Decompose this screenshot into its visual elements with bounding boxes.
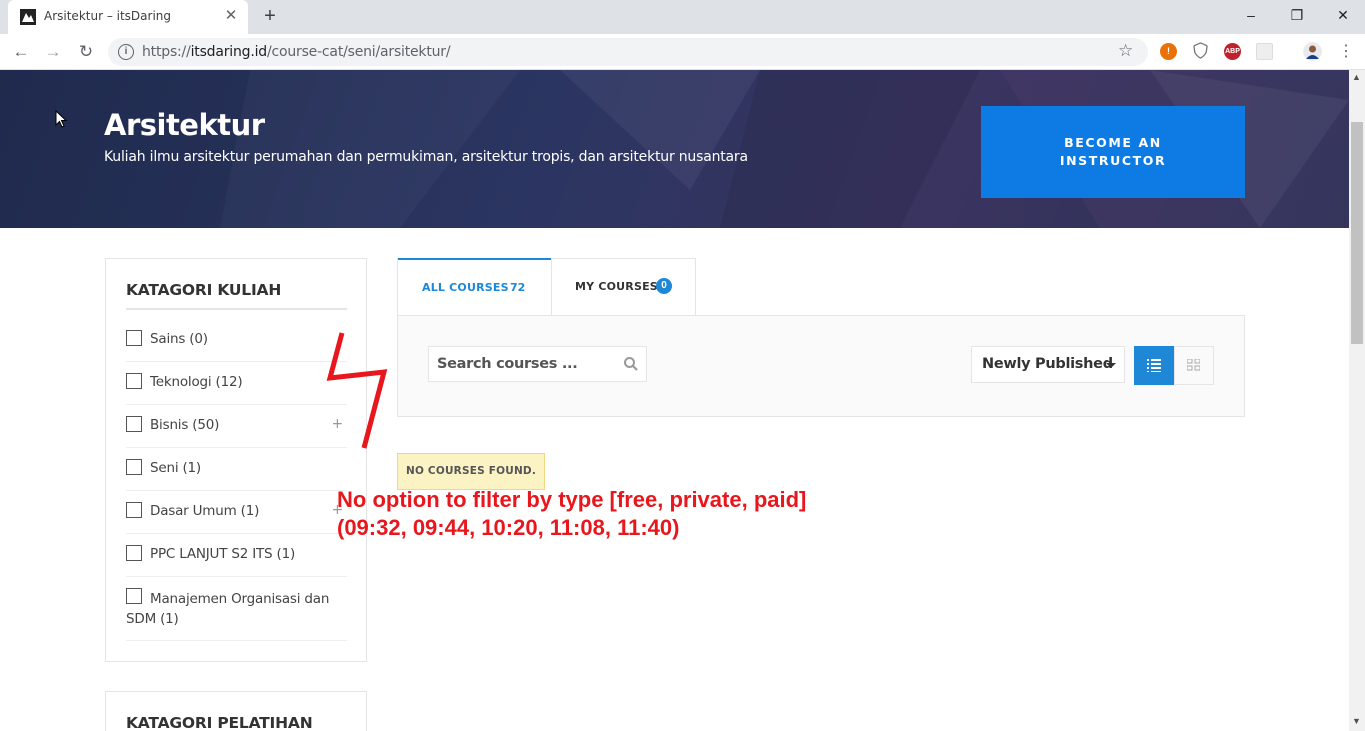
category-label: Sains (0)	[150, 331, 208, 347]
scroll-down-icon[interactable]: ▼	[1352, 716, 1361, 726]
category-item-teknologi[interactable]: Teknologi (12)	[126, 373, 347, 405]
widget-title: KATAGORI PELATIHAN	[126, 714, 313, 731]
category-checkbox[interactable]	[126, 459, 142, 475]
mouse-cursor-icon	[55, 110, 68, 128]
shield-extension-icon[interactable]	[1192, 42, 1209, 59]
my-courses-count-badge: 0	[656, 278, 672, 294]
category-item-bisnis[interactable]: Bisnis (50) +	[126, 416, 347, 448]
browser-tab[interactable]: Arsitektur – itsDaring ✕	[8, 0, 248, 34]
url-scheme: https://	[142, 44, 191, 60]
search-input[interactable]	[437, 356, 612, 372]
chevron-down-icon	[1106, 363, 1116, 368]
katagori-pelatihan-widget: KATAGORI PELATIHAN	[105, 691, 367, 731]
page-content: Arsitektur Kuliah ilmu arsitektur peruma…	[0, 70, 1349, 731]
new-tab-icon[interactable]: +	[260, 6, 280, 26]
category-label: Manajemen Organisasi dan SDM (1)	[126, 591, 330, 627]
scroll-up-icon[interactable]: ▲	[1352, 72, 1361, 82]
tab-title: Arsitektur – itsDaring	[44, 9, 172, 23]
katagori-kuliah-widget: KATAGORI KULIAH Sains (0) Teknologi (12)…	[105, 258, 367, 662]
tab-all-courses[interactable]: ALL COURSES 72	[398, 258, 551, 316]
category-checkbox[interactable]	[126, 416, 142, 432]
tab-all-courses-label: ALL COURSES	[422, 281, 509, 294]
chrome-menu-icon[interactable]: ⋮	[1336, 42, 1356, 62]
category-item-dasar-umum[interactable]: Dasar Umum (1) +	[126, 502, 347, 534]
forward-icon[interactable]: →	[43, 42, 63, 62]
page-scrollbar[interactable]: ▲ ▼	[1349, 70, 1365, 731]
category-label: Teknologi (12)	[150, 374, 243, 390]
back-icon[interactable]: ←	[11, 42, 31, 62]
list-view-button[interactable]	[1134, 346, 1174, 385]
category-label: PPC LANJUT S2 ITS (1)	[150, 546, 296, 562]
page-subtitle: Kuliah ilmu arsitektur perumahan dan per…	[104, 149, 748, 165]
tab-divider	[551, 259, 552, 316]
category-checkbox[interactable]	[126, 373, 142, 389]
sort-select[interactable]: Newly Published	[971, 346, 1125, 383]
bookmark-star-icon[interactable]: ☆	[1118, 41, 1133, 61]
alert-extension-icon[interactable]: !	[1160, 43, 1177, 60]
tab-close-icon[interactable]: ✕	[222, 7, 240, 25]
category-label: Seni (1)	[150, 460, 201, 476]
url-host: itsdaring.id	[190, 44, 268, 60]
course-tabs: ALL COURSES 72 MY COURSES 0	[397, 258, 696, 316]
category-item-sains[interactable]: Sains (0)	[126, 330, 347, 362]
profile-avatar-icon[interactable]	[1303, 42, 1322, 61]
category-label: Bisnis (50)	[150, 417, 220, 433]
address-bar[interactable]: i https://itsdaring.id/course-cat/seni/a…	[108, 38, 1148, 66]
search-icon[interactable]	[623, 356, 639, 372]
sort-selected-value: Newly Published	[982, 356, 1113, 372]
url-text: https://itsdaring.id/course-cat/seni/ars…	[142, 44, 451, 60]
widget-divider	[126, 308, 347, 310]
annotation-arrow-icon	[326, 332, 388, 449]
course-filter-bar: Newly Published	[397, 315, 1245, 417]
minimize-icon[interactable]: –	[1241, 5, 1261, 25]
reload-icon[interactable]: ↻	[76, 42, 96, 62]
browser-toolbar: ← → ↻ i https://itsdaring.id/course-cat/…	[0, 34, 1365, 70]
annotation-text: No option to filter by type [free, priva…	[337, 487, 807, 512]
category-checkbox[interactable]	[126, 502, 142, 518]
restore-icon[interactable]: ❐	[1287, 5, 1307, 25]
category-item-seni[interactable]: Seni (1)	[126, 459, 347, 491]
become-instructor-label: BECOME AN INSTRUCTOR	[1059, 135, 1167, 168]
site-favicon-icon	[20, 9, 36, 25]
extension-icon[interactable]	[1256, 43, 1273, 60]
category-checkbox[interactable]	[126, 545, 142, 561]
window-close-icon[interactable]: ✕	[1333, 5, 1353, 25]
become-instructor-button[interactable]: BECOME AN INSTRUCTOR	[981, 106, 1245, 198]
grid-view-button[interactable]	[1174, 346, 1214, 385]
widget-title: KATAGORI KULIAH	[126, 281, 282, 299]
no-courses-notice: NO COURSES FOUND.	[397, 453, 545, 490]
page-title: Arsitektur	[104, 108, 265, 142]
category-item-ppc-lanjut[interactable]: PPC LANJUT S2 ITS (1)	[126, 545, 347, 577]
category-checkbox[interactable]	[126, 330, 142, 346]
search-box	[428, 346, 647, 382]
url-path: /course-cat/seni/arsitektur/	[266, 44, 451, 60]
tab-my-courses[interactable]: MY COURSES	[575, 280, 658, 293]
site-info-icon[interactable]: i	[118, 44, 134, 60]
category-item-manajemen[interactable]: Manajemen Organisasi dan SDM (1)	[126, 588, 347, 641]
scrollbar-thumb[interactable]	[1351, 122, 1363, 344]
list-icon	[1147, 359, 1161, 372]
all-courses-count: 72	[510, 281, 526, 294]
hero-banner: Arsitektur Kuliah ilmu arsitektur peruma…	[0, 70, 1349, 228]
grid-icon	[1187, 359, 1200, 371]
browser-tab-strip: Arsitektur – itsDaring ✕ + – ❐ ✕	[0, 0, 1365, 34]
annotation-timestamps: (09:32, 09:44, 10:20, 11:08, 11:40)	[337, 515, 680, 540]
adblock-extension-icon[interactable]: ABP	[1224, 43, 1241, 60]
category-label: Dasar Umum (1)	[150, 503, 260, 519]
